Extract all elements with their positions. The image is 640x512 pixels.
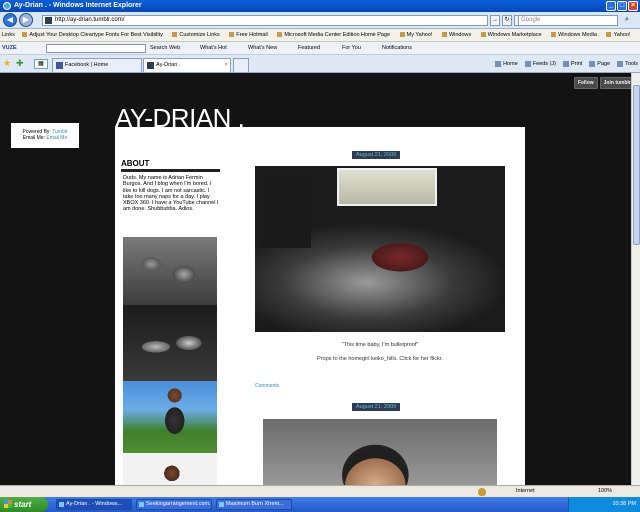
security-shield-icon [478, 488, 486, 496]
about-heading: ABOUT [121, 159, 150, 168]
page-viewport: Follow Join tumblr. Powered By: Tumblr E… [0, 73, 640, 485]
post-caption: "This time baby, I'm bulletproof" [341, 342, 419, 348]
clock[interactable]: 10:38 PM [612, 501, 636, 507]
maximize-button[interactable]: □ [617, 1, 627, 11]
content-area: ABOUT Duds. My name is Adrian Fermin Bur… [115, 127, 525, 485]
link-item[interactable]: Customize Links [172, 29, 219, 41]
toolbar-for-you[interactable]: For You [342, 42, 361, 55]
start-label: start [14, 500, 32, 509]
back-arrow-icon[interactable]: ◀ [3, 13, 17, 27]
feeds-button[interactable]: Feeds (J) [525, 58, 556, 70]
print-button[interactable]: Print [563, 58, 582, 70]
toolbar-notifications[interactable]: Notifications [382, 42, 412, 55]
url-text: http://ay-drian.tumblr.com/ [55, 17, 125, 23]
vuze-logo[interactable]: VUZE [2, 42, 17, 55]
address-bar: ◀ ▶ http://ay-drian.tumblr.com/ → ↻ × Go… [0, 12, 640, 29]
taskbar-item[interactable]: Ay-Drian . - Windows... [56, 499, 132, 510]
close-button[interactable]: × [628, 1, 638, 11]
command-bar: Home Feeds (J) Print Page Tools [495, 58, 638, 70]
quick-tabs-icon[interactable]: ▦ [34, 59, 48, 69]
scrollbar-thumb[interactable] [633, 85, 640, 245]
taskbar-item[interactable]: Seekingarrangement.com... [136, 499, 212, 510]
window-titlebar: Ay-Drian . - Windows Internet Explorer _… [0, 0, 640, 12]
toolbar-search-input[interactable] [46, 44, 146, 53]
search-icon[interactable]: ⌕ [620, 15, 634, 26]
toolbar-search-web[interactable]: Search Web [150, 42, 180, 55]
taskbar: start Ay-Drian . - Windows... Seekingarr… [0, 497, 640, 512]
tumblr-controls: Follow Join tumblr. [573, 77, 636, 89]
about-divider [121, 169, 220, 172]
sidebar-photo[interactable] [123, 237, 217, 305]
window-title: Ay-Drian . - Windows Internet Explorer [14, 2, 142, 9]
tab-close-icon[interactable]: × [224, 59, 228, 72]
link-item[interactable]: Windows Marketplace [481, 29, 542, 41]
start-button[interactable]: start [0, 497, 48, 512]
follow-button[interactable]: Follow [573, 77, 598, 89]
email-label: Email Me: [22, 135, 45, 141]
zoom-level[interactable]: 100% [598, 486, 612, 497]
email-link[interactable]: Email Me [46, 135, 67, 141]
tab-label: Ay-Drian . [156, 62, 181, 68]
tab-label: Facebook | Home [65, 62, 109, 68]
link-item[interactable]: Free Hotmail [229, 29, 267, 41]
facebook-icon [56, 62, 63, 69]
url-input[interactable]: http://ay-drian.tumblr.com/ [42, 15, 488, 26]
powered-by-box: Powered By: Tumblr Email Me: Email Me [11, 123, 79, 148]
post-date[interactable]: August 21, 2009 [352, 151, 401, 159]
system-tray: 10:38 PM [568, 497, 640, 512]
sidebar-photo[interactable] [123, 381, 217, 453]
new-tab-button[interactable] [233, 58, 249, 72]
page-menu[interactable]: Page [589, 58, 610, 70]
link-item[interactable]: Adjust Your Desktop Cleartype Fonts For … [22, 29, 163, 41]
home-button[interactable]: Home [495, 58, 518, 70]
favorites-star-icon[interactable]: ★ [3, 59, 11, 68]
vuze-toolbar: VUZE Search Web What's Hot What's New Fe… [0, 42, 640, 55]
tumblr-icon [147, 62, 154, 69]
sidebar-photo[interactable] [123, 305, 217, 381]
tab-ay-drian[interactable]: Ay-Drian . × [143, 58, 231, 72]
windows-logo-icon [4, 500, 12, 508]
links-bar: Links Adjust Your Desktop Cleartype Font… [0, 29, 640, 42]
about-text: Duds. My name is Adrian Fermin Burgos. A… [123, 175, 219, 213]
photo-headboard [261, 178, 311, 248]
link-item[interactable]: My Yahoo! [400, 29, 433, 41]
refresh-icon[interactable]: ↻ [502, 15, 512, 26]
tools-menu[interactable]: Tools [617, 58, 638, 70]
ie-icon [3, 2, 11, 10]
post-date[interactable]: August 21, 2009 [352, 403, 401, 411]
photo-window [337, 168, 437, 206]
page-scrollbar[interactable] [631, 73, 640, 485]
toolbar-whats-new[interactable]: What's New [248, 42, 277, 55]
tabs-bar: ★ ✚ ▦ Facebook | Home Ay-Drian . × Home … [0, 55, 640, 73]
go-arrow-icon[interactable]: → [490, 15, 500, 26]
link-item[interactable]: Windows [442, 29, 471, 41]
security-zone: Internet [516, 488, 535, 494]
post-photo[interactable] [255, 166, 505, 332]
tab-facebook[interactable]: Facebook | Home [52, 58, 142, 72]
toolbar-featured[interactable]: Featured [298, 42, 320, 55]
link-item[interactable]: Microsoft Media Center Edition Home Page [277, 29, 390, 41]
add-favorites-icon[interactable]: ✚ [16, 59, 24, 68]
link-item[interactable]: Yahoo! [606, 29, 630, 41]
comments-link[interactable]: Comments [255, 383, 279, 389]
window-controls: _ □ × [606, 1, 638, 11]
search-input[interactable]: Google [518, 15, 618, 26]
sidebar-photo[interactable] [123, 453, 217, 485]
forward-arrow-icon[interactable]: ▶ [19, 13, 33, 27]
post-photo[interactable] [263, 419, 497, 485]
minimize-button[interactable]: _ [606, 1, 616, 11]
taskbar-item[interactable]: Maximum Burn Xtrem... [216, 499, 292, 510]
site-favicon-icon [45, 17, 52, 24]
status-bar: Internet 100% [0, 485, 640, 497]
link-item[interactable]: Windows Media [551, 29, 597, 41]
links-label: Links [2, 32, 15, 38]
post-credit: Props to the homegirl keiko_hills. Click… [317, 356, 443, 362]
toolbar-whats-hot[interactable]: What's Hot [200, 42, 227, 55]
